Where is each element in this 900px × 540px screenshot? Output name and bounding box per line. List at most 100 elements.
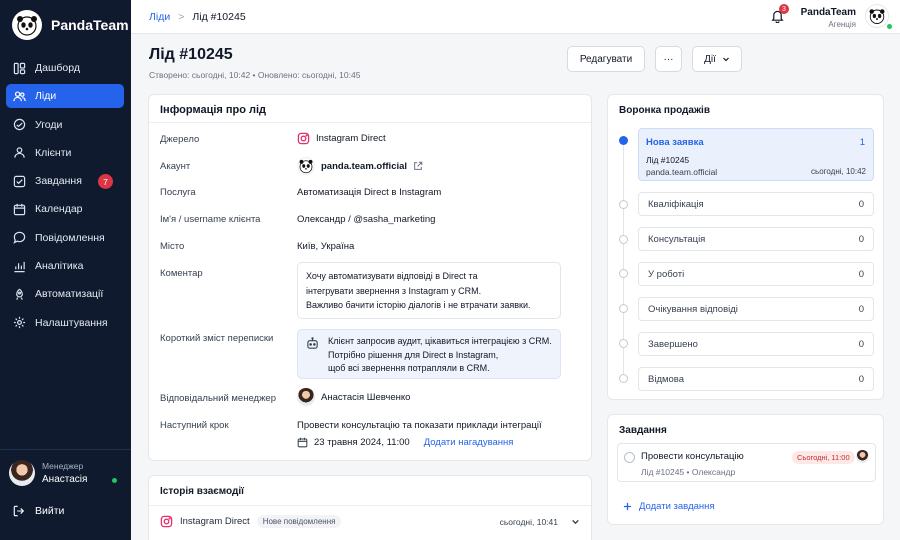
sidebar-item-settings[interactable]: Налаштування bbox=[6, 311, 124, 335]
funnel-stage-awaiting[interactable]: Очікування відповіді 0 bbox=[638, 297, 874, 321]
sidebar-item-tasks[interactable]: Завдання 7 bbox=[6, 169, 124, 193]
notifications-badge: 3 bbox=[779, 4, 789, 14]
funnel-stage-count: 0 bbox=[858, 373, 864, 385]
handshake-icon bbox=[13, 118, 26, 131]
funnel-stage-in-progress[interactable]: У роботі 0 bbox=[638, 262, 874, 286]
comment-textarea[interactable]: Хочу автоматизувати відповіді в Direct т… bbox=[297, 262, 561, 319]
more-button[interactable]: ··· bbox=[655, 46, 682, 72]
account-value: panda.team.official bbox=[297, 157, 423, 175]
funnel-stage-count: 0 bbox=[858, 198, 864, 210]
chat-icon bbox=[13, 232, 26, 245]
notifications-button[interactable]: 3 bbox=[771, 4, 789, 26]
task-checkbox[interactable] bbox=[624, 452, 635, 463]
next-step-date: 23 травня 2024, 11:00 bbox=[314, 437, 410, 448]
sidebar-item-automations[interactable]: Автоматизації bbox=[6, 282, 124, 306]
sidebar-item-calendar[interactable]: Календар bbox=[6, 197, 124, 221]
logout-icon bbox=[13, 505, 25, 517]
bot-icon bbox=[307, 337, 318, 349]
sidebar-item-deals[interactable]: Угоди bbox=[6, 113, 124, 137]
funnel-stage-completed[interactable]: Завершено 0 bbox=[638, 332, 874, 356]
manager-value[interactable]: Анастасія Шевченко bbox=[297, 388, 410, 406]
lead-info-title: Інформація про лід bbox=[160, 104, 267, 116]
funnel-stage-count: 0 bbox=[858, 268, 864, 280]
sidebar-item-analytics[interactable]: Аналітика bbox=[6, 254, 124, 278]
client-label: Ім'я / username клієнта bbox=[160, 214, 261, 225]
funnel-stage-label: Очікування відповіді bbox=[648, 303, 738, 315]
source-label: Джерело bbox=[160, 134, 200, 145]
account-role: Агенція bbox=[828, 20, 856, 29]
funnel-stage-count: 0 bbox=[858, 233, 864, 245]
task-title: Провести консультацію bbox=[641, 451, 744, 462]
history-title: Історія взаємодії bbox=[160, 486, 244, 497]
account-avatar[interactable] bbox=[865, 4, 889, 28]
actions-dropdown[interactable]: Дії bbox=[692, 46, 742, 72]
funnel-dot-active bbox=[619, 136, 628, 145]
task-item[interactable]: Провести консультацію Сьогодні, 11:00 Лі… bbox=[617, 443, 876, 482]
summary-line: щоб всі звернення потрапляли в CRM. bbox=[328, 363, 490, 373]
external-link-icon[interactable] bbox=[413, 161, 423, 171]
chevron-down-icon[interactable] bbox=[571, 517, 580, 526]
history-item[interactable]: Instagram Direct Нове повідомлення сього… bbox=[160, 515, 580, 528]
history-card: Історія взаємодії Instagram Direct Нове … bbox=[148, 475, 592, 540]
sidebar-item-clients[interactable]: Клієнти bbox=[6, 141, 124, 165]
add-reminder-link[interactable]: Додати нагадування bbox=[424, 437, 514, 448]
city-value: Київ, Україна bbox=[297, 241, 355, 252]
task-assignee-avatar bbox=[856, 450, 869, 463]
funnel-stage-label: Нова заявка bbox=[646, 137, 704, 148]
history-badge: Нове повідомлення bbox=[256, 515, 342, 528]
sidebar-user-role: Менеджер bbox=[42, 461, 84, 471]
sidebar-nav: Дашборд Ліди Угоди Клієнти Завдання 7 Ка… bbox=[6, 56, 124, 339]
task-due-badge: Сьогодні, 11:00 bbox=[792, 451, 855, 464]
gear-icon bbox=[13, 317, 26, 329]
brand[interactable]: PandaTeam bbox=[12, 10, 129, 40]
instagram-icon bbox=[160, 515, 173, 528]
funnel-stage-consultation[interactable]: Консультація 0 bbox=[638, 227, 874, 251]
account-menu[interactable]: PandaTeam Агенція bbox=[801, 7, 856, 29]
funnel-stage-new[interactable]: Нова заявка 1 Лід #10245 panda.team.offi… bbox=[638, 128, 874, 181]
sidebar-item-label: Автоматизації bbox=[35, 288, 104, 301]
summary-label: Короткий зміст переписки bbox=[160, 333, 274, 344]
summary-line: Потрібно рішення для Direct в Instagram, bbox=[328, 349, 499, 360]
funnel-stage-qualification[interactable]: Кваліфікація 0 bbox=[638, 192, 874, 216]
online-status-dot bbox=[112, 478, 117, 483]
sidebar-item-messages[interactable]: Повідомлення bbox=[6, 226, 124, 250]
avatar bbox=[9, 460, 35, 486]
plus-icon bbox=[623, 502, 632, 511]
sidebar-item-label: Угоди bbox=[35, 118, 63, 131]
add-task-button[interactable]: Додати завдання bbox=[623, 501, 715, 512]
tasks-count-badge: 7 bbox=[98, 174, 113, 190]
account-handle[interactable]: panda.team.official bbox=[321, 161, 407, 172]
page-meta: Створено: сьогодні, 10:42 • Оновлено: сь… bbox=[149, 70, 361, 80]
funnel-stage-rejected[interactable]: Відмова 0 bbox=[638, 367, 874, 391]
online-status-dot bbox=[887, 24, 892, 29]
funnel-stage-count: 0 bbox=[858, 338, 864, 350]
calendar-icon bbox=[297, 437, 308, 448]
funnel-stage-count: 0 bbox=[858, 303, 864, 315]
sidebar-item-label: Налаштування bbox=[35, 316, 108, 329]
account-label: Акаунт bbox=[160, 161, 191, 172]
logout-button[interactable]: Вийти bbox=[13, 505, 64, 517]
tasks-title: Завдання bbox=[619, 425, 667, 436]
breadcrumb-leads-link[interactable]: Ліди bbox=[149, 11, 170, 23]
summary-line: Клієнт запросив аудит, цікавиться інтегр… bbox=[328, 336, 552, 346]
breadcrumb-separator: > bbox=[178, 11, 185, 23]
funnel-stage-label: Консультація bbox=[648, 233, 706, 245]
task-meta: Лід #10245 • Олександр bbox=[641, 467, 736, 477]
history-channel: Instagram Direct bbox=[180, 516, 250, 527]
funnel-dot bbox=[619, 235, 628, 244]
sidebar-item-label: Ліди bbox=[35, 90, 57, 103]
funnel-lead-account: panda.team.official bbox=[646, 167, 718, 177]
comment-label: Коментар bbox=[160, 268, 203, 279]
sidebar-user[interactable]: Менеджер Анастасія bbox=[9, 460, 87, 486]
chevron-down-icon bbox=[722, 57, 729, 62]
comment-line: Важливо бачити історію діалогів і не втр… bbox=[306, 300, 531, 310]
panda-logo-icon bbox=[12, 10, 42, 40]
account-name: PandaTeam bbox=[800, 7, 856, 18]
sidebar-item-dashboard[interactable]: Дашборд bbox=[6, 56, 124, 80]
edit-button[interactable]: Редагувати bbox=[567, 46, 645, 72]
manager-label: Відповідальний менеджер bbox=[160, 393, 276, 404]
sidebar-item-label: Завдання bbox=[35, 175, 82, 188]
comment-line: інтегрувати звернення з Instagram у CRM. bbox=[306, 285, 482, 296]
sidebar-item-leads[interactable]: Ліди bbox=[6, 84, 124, 109]
funnel-dot bbox=[619, 374, 628, 383]
